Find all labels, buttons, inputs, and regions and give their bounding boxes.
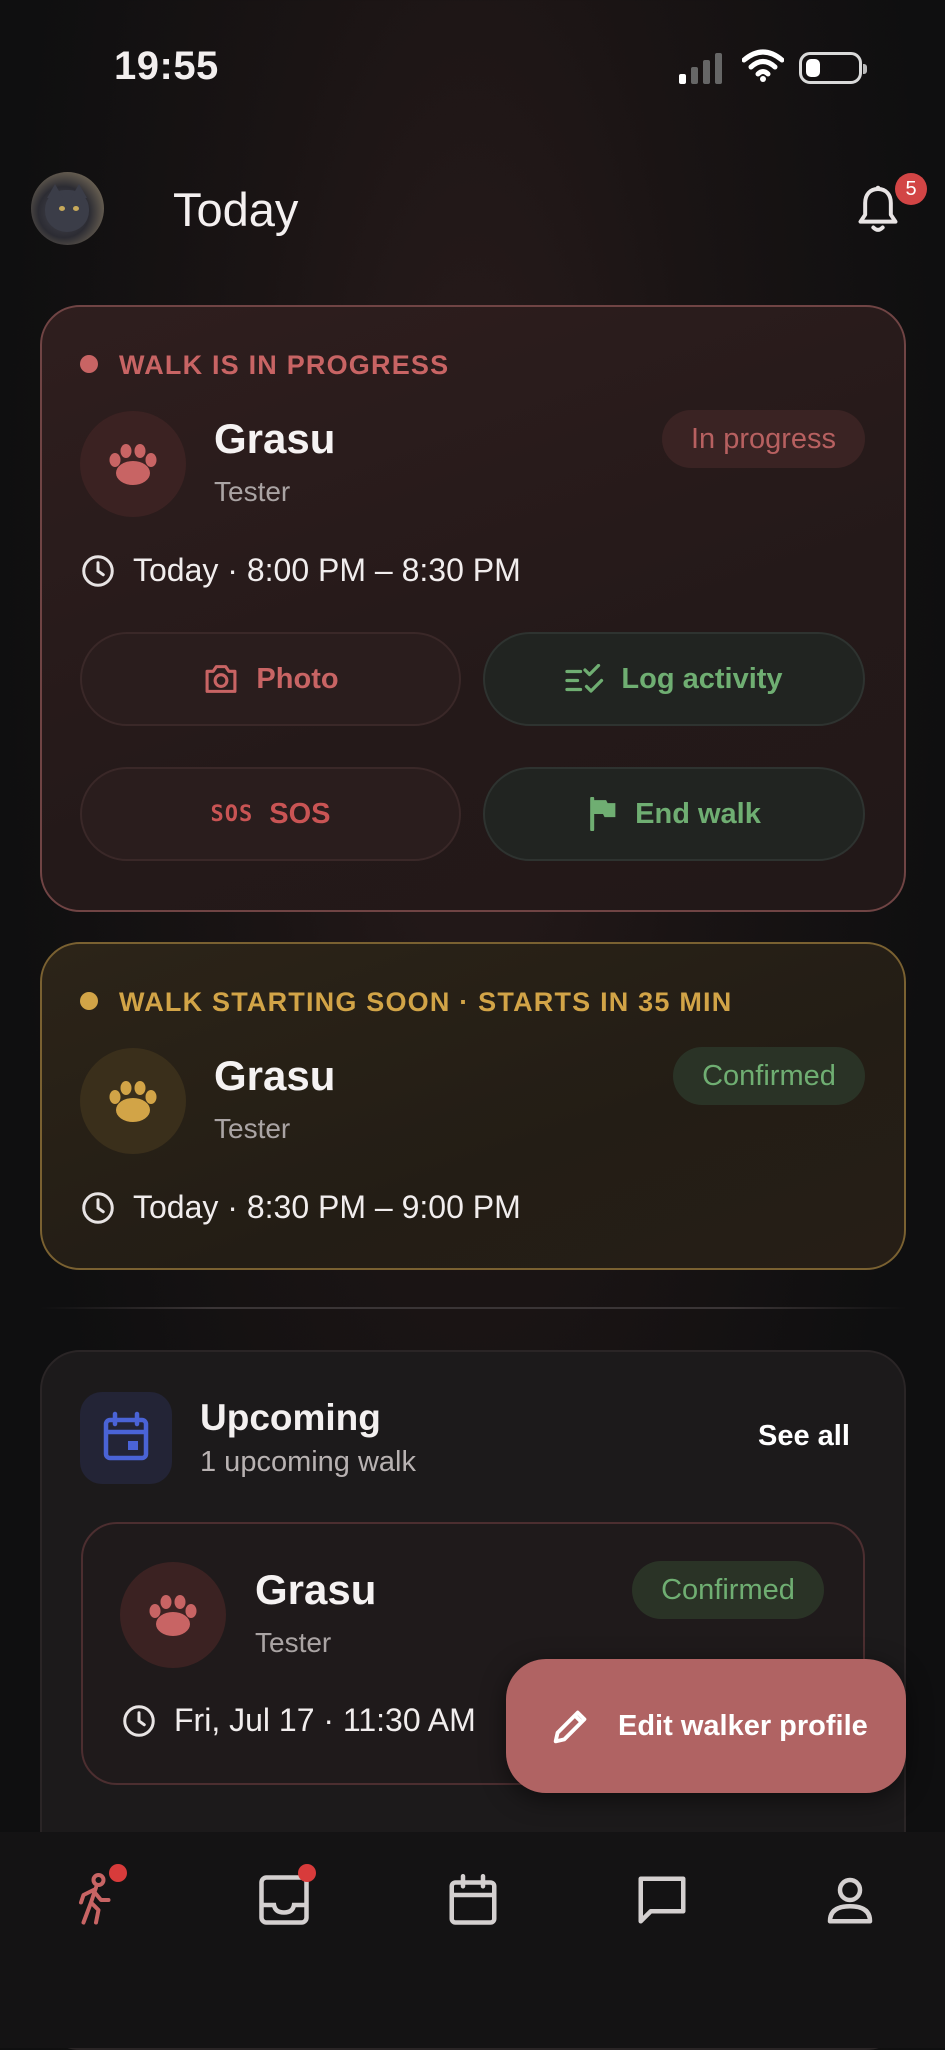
upcoming-icon-box xyxy=(80,1392,172,1484)
soon-walk-label: WALK STARTING SOON · STARTS IN 35 MIN xyxy=(119,987,733,1017)
calendar-icon[interactable] xyxy=(443,1870,503,1930)
log-activity-button[interactable]: Log activity xyxy=(483,632,865,726)
clock-icon xyxy=(82,1192,114,1224)
clock-icon xyxy=(82,555,114,587)
camera-icon xyxy=(205,665,237,693)
clock-icon xyxy=(123,1705,155,1737)
walk-time: Fri, Jul 17 · 11:30 AM xyxy=(174,1702,476,1738)
chat-icon[interactable] xyxy=(632,1870,692,1930)
notification-dot xyxy=(298,1864,316,1882)
pet-avatar xyxy=(80,411,186,517)
status-badge: Confirmed xyxy=(632,1561,824,1619)
active-walk-label: WALK IS IN PROGRESS xyxy=(119,350,450,380)
status-time: 19:55 xyxy=(114,44,219,88)
battery-icon xyxy=(799,52,867,84)
cellular-signal-icon xyxy=(679,53,722,84)
checklist-icon xyxy=(565,664,604,693)
wifi-icon xyxy=(742,49,784,82)
end-walk-button[interactable]: End walk xyxy=(483,767,865,861)
page-title: Today xyxy=(173,183,299,236)
profile-icon[interactable] xyxy=(820,1870,880,1930)
pet-avatar xyxy=(120,1562,226,1668)
walk-time: Today · 8:00 PM – 8:30 PM xyxy=(133,552,521,588)
sos-button[interactable]: SOS SOS xyxy=(80,767,461,861)
pet-subtitle: Tester xyxy=(214,476,291,507)
pet-name: Grasu xyxy=(255,1566,377,1613)
pet-subtitle: Tester xyxy=(214,1113,291,1144)
log-activity-label: Log activity xyxy=(621,662,783,695)
end-walk-label: End walk xyxy=(635,797,761,830)
see-all-link[interactable]: See all xyxy=(758,1420,850,1453)
edit-walker-profile-button[interactable]: Edit walker profile xyxy=(506,1659,906,1793)
paw-icon xyxy=(109,1081,157,1122)
bottom-nav xyxy=(0,1832,945,2048)
section-divider xyxy=(40,1307,906,1309)
sos-icon: SOS xyxy=(210,801,254,827)
avatar[interactable] xyxy=(31,172,104,245)
upcoming-subtitle: 1 upcoming walk xyxy=(200,1446,416,1478)
flag-icon xyxy=(590,797,616,831)
pet-name: Grasu xyxy=(214,415,336,462)
fab-label: Edit walker profile xyxy=(618,1709,868,1742)
status-dot xyxy=(80,992,98,1010)
paw-icon xyxy=(149,1595,197,1636)
pet-avatar xyxy=(80,1048,186,1154)
notification-dot xyxy=(109,1864,127,1882)
notification-count-badge: 5 xyxy=(895,173,927,205)
upcoming-title: Upcoming xyxy=(200,1397,381,1438)
calendar-icon xyxy=(103,1411,149,1461)
paw-icon xyxy=(109,444,157,485)
walk-time: Today · 8:30 PM – 9:00 PM xyxy=(133,1189,521,1225)
status-badge: Confirmed xyxy=(673,1047,865,1105)
pencil-icon xyxy=(553,1710,587,1744)
pet-subtitle: Tester xyxy=(255,1627,332,1658)
sos-button-label: SOS xyxy=(269,797,331,830)
photo-button[interactable]: Photo xyxy=(80,632,461,726)
status-dot xyxy=(80,355,98,373)
pet-name: Grasu xyxy=(214,1052,336,1099)
status-badge: In progress xyxy=(662,410,865,468)
photo-button-label: Photo xyxy=(256,662,339,695)
